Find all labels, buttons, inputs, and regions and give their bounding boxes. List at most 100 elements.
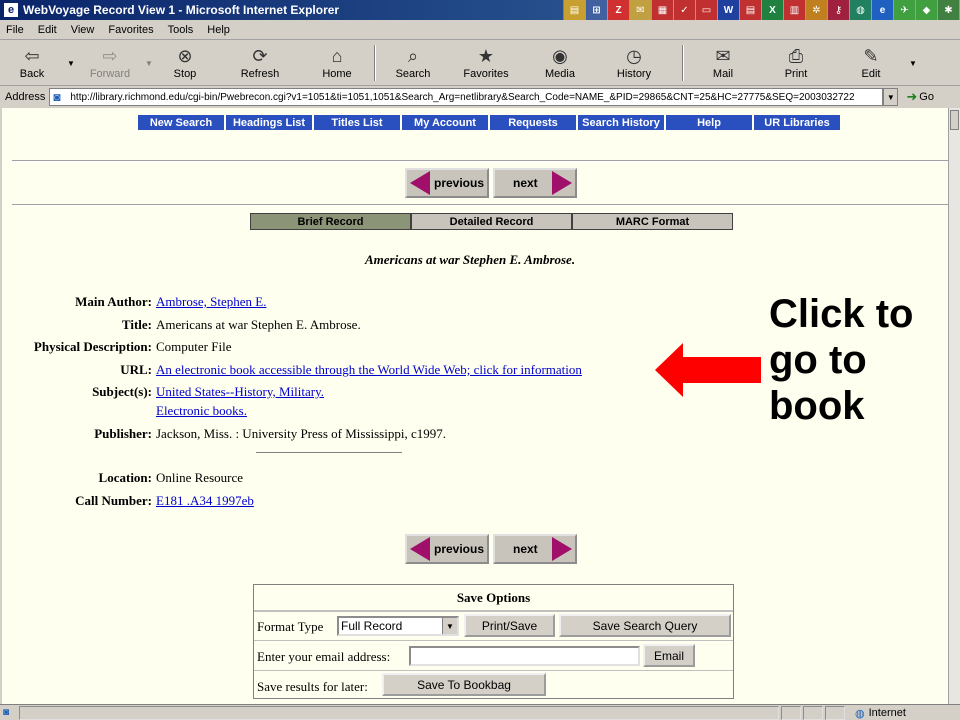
field-label: Title:: [121, 317, 152, 332]
record-title: Americans at war Stephen E. Ambrose.: [365, 252, 576, 267]
refresh-label: Refresh: [240, 68, 280, 80]
edit-label: Edit: [861, 68, 881, 80]
go-label: Go: [919, 91, 934, 103]
menu-tools[interactable]: Tools: [168, 24, 194, 36]
save-to-bookbag-button[interactable]: Save To Bookbag: [382, 673, 546, 696]
author-link[interactable]: Ambrose, Stephen E.: [156, 294, 266, 310]
catalog-nav: New Search Headings List Titles List My …: [138, 115, 842, 130]
nav-new-search[interactable]: New Search: [138, 115, 224, 130]
stop-button[interactable]: ⊗ Stop: [156, 42, 214, 85]
address-url: http://library.richmond.edu/cgi-bin/Pweb…: [70, 91, 855, 103]
record-view-tabs: Brief Record Detailed Record MARC Format: [250, 213, 733, 230]
status-bar: ◙ ◍ Internet: [0, 704, 960, 720]
email-input[interactable]: [409, 646, 640, 666]
search-icon: ⌕: [407, 46, 419, 66]
network-icon[interactable]: ⊞: [586, 0, 608, 20]
az-icon[interactable]: Z: [608, 0, 630, 20]
nav-headings-list[interactable]: Headings List: [226, 115, 312, 130]
nav-requests[interactable]: Requests: [490, 115, 576, 130]
doc-icon[interactable]: ▤: [740, 0, 762, 20]
mail-icon[interactable]: ✉: [630, 0, 652, 20]
previous-button[interactable]: previous: [405, 534, 489, 564]
word-icon[interactable]: W: [718, 0, 740, 20]
red-arrow-icon: [655, 343, 761, 397]
previous-button[interactable]: previous: [405, 168, 489, 198]
tab-brief-record[interactable]: Brief Record: [250, 213, 411, 230]
forward-dropdown-icon[interactable]: ▼: [142, 59, 156, 68]
next-button[interactable]: next: [493, 168, 577, 198]
status-cell: [803, 705, 823, 720]
field-value: Computer File: [156, 339, 232, 354]
bookbag-label: Save results for later:: [257, 679, 368, 694]
chart-icon[interactable]: ▥: [784, 0, 806, 20]
nav-help[interactable]: Help: [666, 115, 752, 130]
divider: [12, 204, 948, 206]
bookbag-row: Save results for later: Save To Bookbag: [254, 670, 733, 698]
card-icon[interactable]: ▭: [696, 0, 718, 20]
field-label: Location:: [98, 470, 152, 485]
print-save-button[interactable]: Print/Save: [464, 614, 555, 637]
refresh-icon: ⟳: [252, 46, 268, 66]
go-arrow-icon: ➜: [906, 89, 918, 104]
media-button[interactable]: ◉ Media: [528, 42, 592, 85]
favorites-button[interactable]: ★ Favorites: [444, 42, 528, 85]
history-button[interactable]: ◷ History: [592, 42, 676, 85]
pager-top: previous next: [405, 168, 581, 198]
tab-marc-format[interactable]: MARC Format: [572, 213, 733, 230]
edit-button[interactable]: ✎ Edit: [836, 42, 906, 85]
gear-icon[interactable]: ✲: [806, 0, 828, 20]
home-button[interactable]: ⌂ Home: [306, 42, 368, 85]
address-dropdown-icon[interactable]: ▼: [883, 88, 899, 106]
menu-favorites[interactable]: Favorites: [108, 24, 153, 36]
back-dropdown-icon[interactable]: ▼: [64, 59, 78, 68]
ebook-url-link[interactable]: An electronic book accessible through th…: [156, 362, 582, 378]
mail-button[interactable]: ✉ Mail: [690, 42, 756, 85]
ie-icon[interactable]: e: [872, 0, 894, 20]
previous-arrow-icon: [410, 171, 430, 195]
field-label: Main Author:: [75, 294, 152, 309]
nav-search-history[interactable]: Search History: [578, 115, 664, 130]
nav-ur-libraries[interactable]: UR Libraries: [754, 115, 840, 130]
toolbar-separator: [374, 45, 376, 81]
format-select[interactable]: Full Record ▼: [337, 616, 459, 636]
next-label: next: [513, 176, 538, 190]
nav-titles-list[interactable]: Titles List: [314, 115, 400, 130]
call-number-link[interactable]: E181 .A34 1997eb: [156, 493, 254, 509]
search-button[interactable]: ⌕ Search: [382, 42, 444, 85]
go-button[interactable]: ➜ Go: [906, 89, 934, 105]
key-icon[interactable]: ⚷: [828, 0, 850, 20]
tab-detailed-record[interactable]: Detailed Record: [411, 213, 572, 230]
check-icon[interactable]: ✓: [674, 0, 696, 20]
address-input[interactable]: ◙ http://library.richmond.edu/cgi-bin/Pw…: [49, 88, 884, 106]
globe-icon[interactable]: ◍: [850, 0, 872, 20]
save-search-query-button[interactable]: Save Search Query: [559, 614, 731, 637]
subject-link[interactable]: United States--History, Military.: [156, 384, 324, 400]
note-icon[interactable]: ▦: [652, 0, 674, 20]
menu-file[interactable]: File: [6, 24, 24, 36]
pager-bottom: previous next: [405, 534, 581, 564]
excel-icon[interactable]: X: [762, 0, 784, 20]
next-button[interactable]: next: [493, 534, 577, 564]
print-button[interactable]: ⎙ Print: [756, 42, 836, 85]
vertical-scrollbar[interactable]: [948, 108, 960, 704]
divider: [256, 452, 402, 453]
forward-button[interactable]: ⇨ Forward: [78, 42, 142, 85]
bird-icon[interactable]: ✈: [894, 0, 916, 20]
history-icon: ◷: [626, 46, 642, 66]
menu-help[interactable]: Help: [207, 24, 230, 36]
refresh-button[interactable]: ⟳ Refresh: [214, 42, 306, 85]
folder-icon[interactable]: ▤: [564, 0, 586, 20]
globe-icon: ◍: [855, 707, 865, 720]
edit-dropdown-icon[interactable]: ▼: [906, 59, 920, 68]
nav-my-account[interactable]: My Account: [402, 115, 488, 130]
email-button[interactable]: Email: [643, 644, 695, 667]
back-button[interactable]: ⇦ Back: [0, 42, 64, 85]
status-text: [19, 705, 779, 720]
cube-icon[interactable]: ◆: [916, 0, 938, 20]
bug-icon[interactable]: ✱: [938, 0, 960, 20]
subject-link[interactable]: Electronic books.: [156, 403, 247, 419]
forward-label: Forward: [89, 68, 131, 80]
scrollbar-thumb[interactable]: [950, 110, 959, 130]
menu-view[interactable]: View: [71, 24, 95, 36]
menu-edit[interactable]: Edit: [38, 24, 57, 36]
